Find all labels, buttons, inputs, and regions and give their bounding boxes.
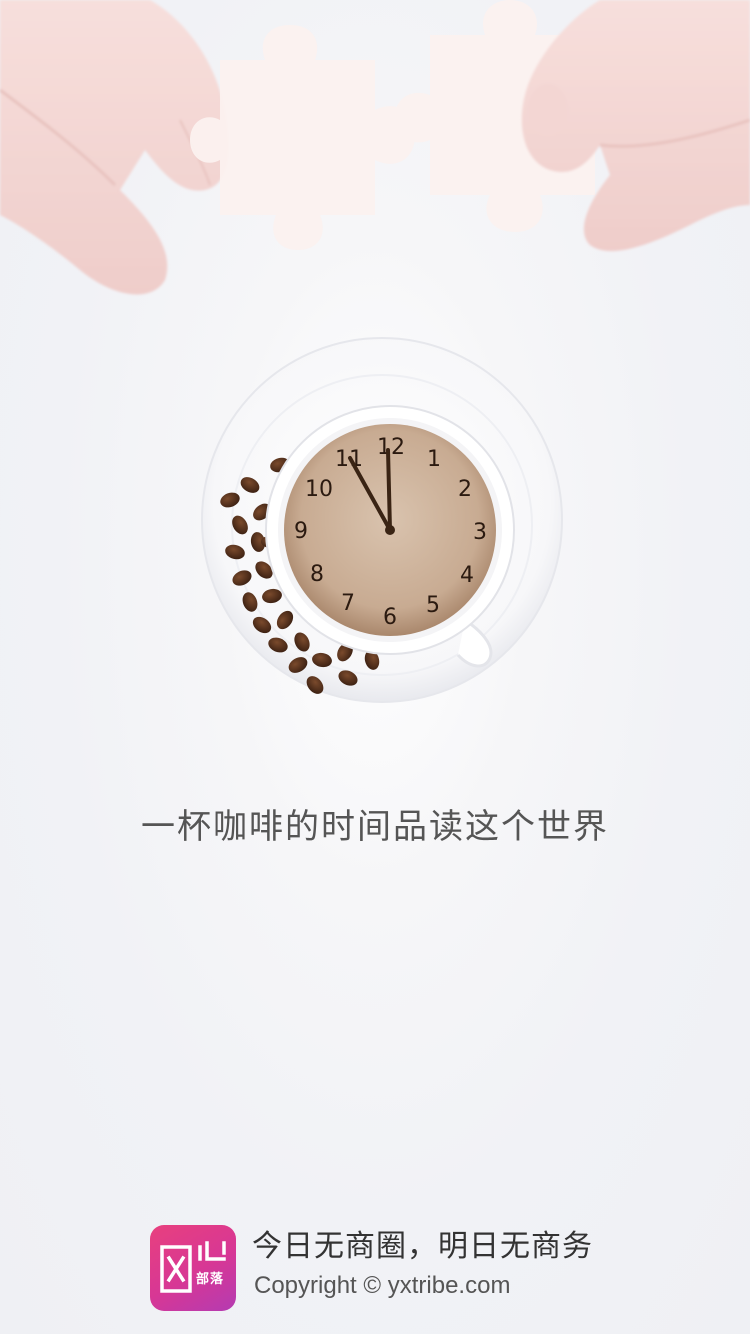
copyright-text: Copyright © yxtribe.com — [254, 1272, 511, 1299]
clock-number-10: 10 — [305, 477, 333, 502]
app-logo-icon: 部 落 — [150, 1225, 236, 1311]
splash-screen: 12 1 2 3 4 5 6 7 8 9 10 11 一杯咖啡的时间品读这个世界 — [0, 0, 750, 1334]
clock-number-3: 3 — [473, 520, 487, 545]
clock-number-2: 2 — [458, 477, 472, 502]
clock-number-6: 6 — [383, 605, 397, 630]
left-puzzle-piece — [190, 25, 415, 250]
footer-branding: 部 落 今日无商圈，明日无商务 Copyright © yxtribe.com — [150, 1225, 610, 1311]
clock-number-7: 7 — [341, 591, 355, 616]
minute-hand — [386, 448, 392, 532]
clock-number-1: 1 — [427, 447, 441, 472]
clock-number-9: 9 — [294, 519, 308, 544]
svg-text:部: 部 — [196, 1271, 209, 1287]
puzzle-hands-illustration — [0, 0, 750, 295]
clock-number-5: 5 — [426, 593, 440, 618]
tagline: 一杯咖啡的时间品读这个世界 — [141, 807, 609, 847]
slogan: 今日无商圈，明日无商务 — [252, 1229, 593, 1264]
clock-number-12: 12 — [377, 435, 405, 460]
svg-text:落: 落 — [210, 1271, 224, 1287]
clock-number-8: 8 — [310, 562, 324, 587]
coffee-cup-clock-icon: 12 1 2 3 4 5 6 7 8 9 10 11 — [201, 337, 563, 703]
clock-number-4: 4 — [460, 563, 474, 588]
